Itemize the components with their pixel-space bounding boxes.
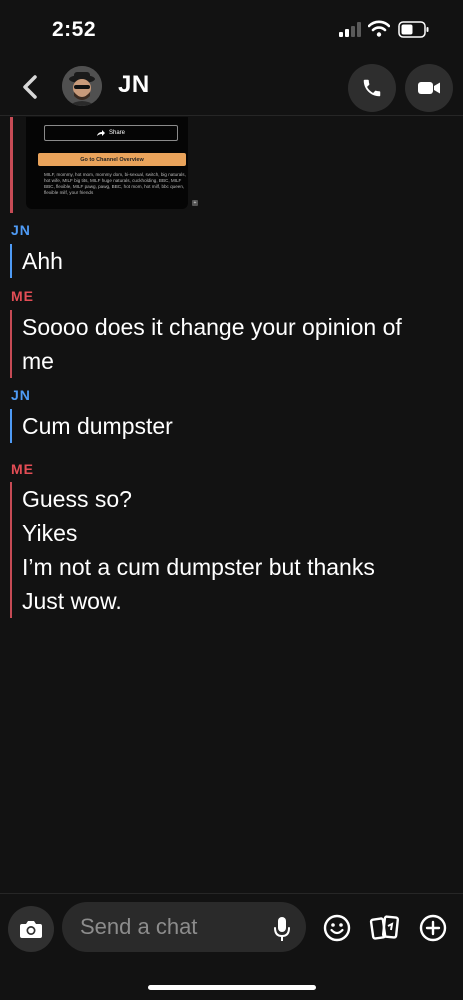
message-text: I’m not a cum dumpster but thanks [22,554,375,580]
sender-label: JN [11,387,31,403]
microphone-icon[interactable] [272,916,292,942]
sender-label: JN [11,222,31,238]
status-bar: 2:52 [0,0,463,60]
shared-profile-preview: Share Go to Channel Overview MILF, mommy… [10,117,198,213]
share-label: Share [108,130,125,136]
message-text: Just wow. [22,588,122,614]
message-text: Guess so? [22,486,132,512]
message-text: Cum dumpster [22,413,173,439]
status-time: 2:52 [52,18,97,41]
back-chevron-icon[interactable] [20,73,40,101]
preview-card[interactable]: Share Go to Channel Overview MILF, mommy… [26,117,198,209]
profile-tags: MILF, mommy, hot mom, mommy dom, bi-sexu… [44,172,186,195]
message-block[interactable]: Cum dumpster [10,409,173,443]
call-button[interactable] [348,64,396,112]
card-plus-icon[interactable]: + [192,200,198,206]
wifi-icon [368,20,390,37]
chat-header: JN [0,60,463,116]
message-block[interactable]: Ahh [10,244,63,278]
message-text: Ahh [22,248,63,274]
home-indicator[interactable] [148,985,316,990]
emoji-icon[interactable] [322,913,352,943]
video-call-button[interactable] [405,64,453,112]
cards-icon[interactable] [369,913,401,943]
camera-icon [20,921,42,938]
sender-label: ME [11,288,34,304]
message-text: Yikes [22,520,78,546]
contact-name[interactable]: JN [118,71,150,99]
video-camera-icon [418,82,440,94]
plus-icon[interactable] [418,913,448,943]
share-arrow-icon [96,130,105,136]
battery-icon [398,21,429,38]
avatar[interactable] [62,66,102,106]
share-button[interactable]: Share [44,125,178,141]
chat-composer-bar: Send a chat [0,893,463,1000]
phone-icon [363,79,381,97]
go-to-channel-overview-button[interactable]: Go to Channel Overview [38,153,186,166]
message-text: Soooo does it change your opinion of [22,314,402,340]
message-block[interactable]: Guess so? Yikes I’m not a cum dumpster b… [10,482,375,618]
sender-label: ME [11,461,34,477]
chat-input[interactable]: Send a chat [62,902,306,952]
message-text: me [22,348,54,374]
message-block[interactable]: Soooo does it change your opinion of me [10,310,402,378]
camera-button[interactable] [8,906,54,952]
cellular-signal-icon [339,22,361,37]
